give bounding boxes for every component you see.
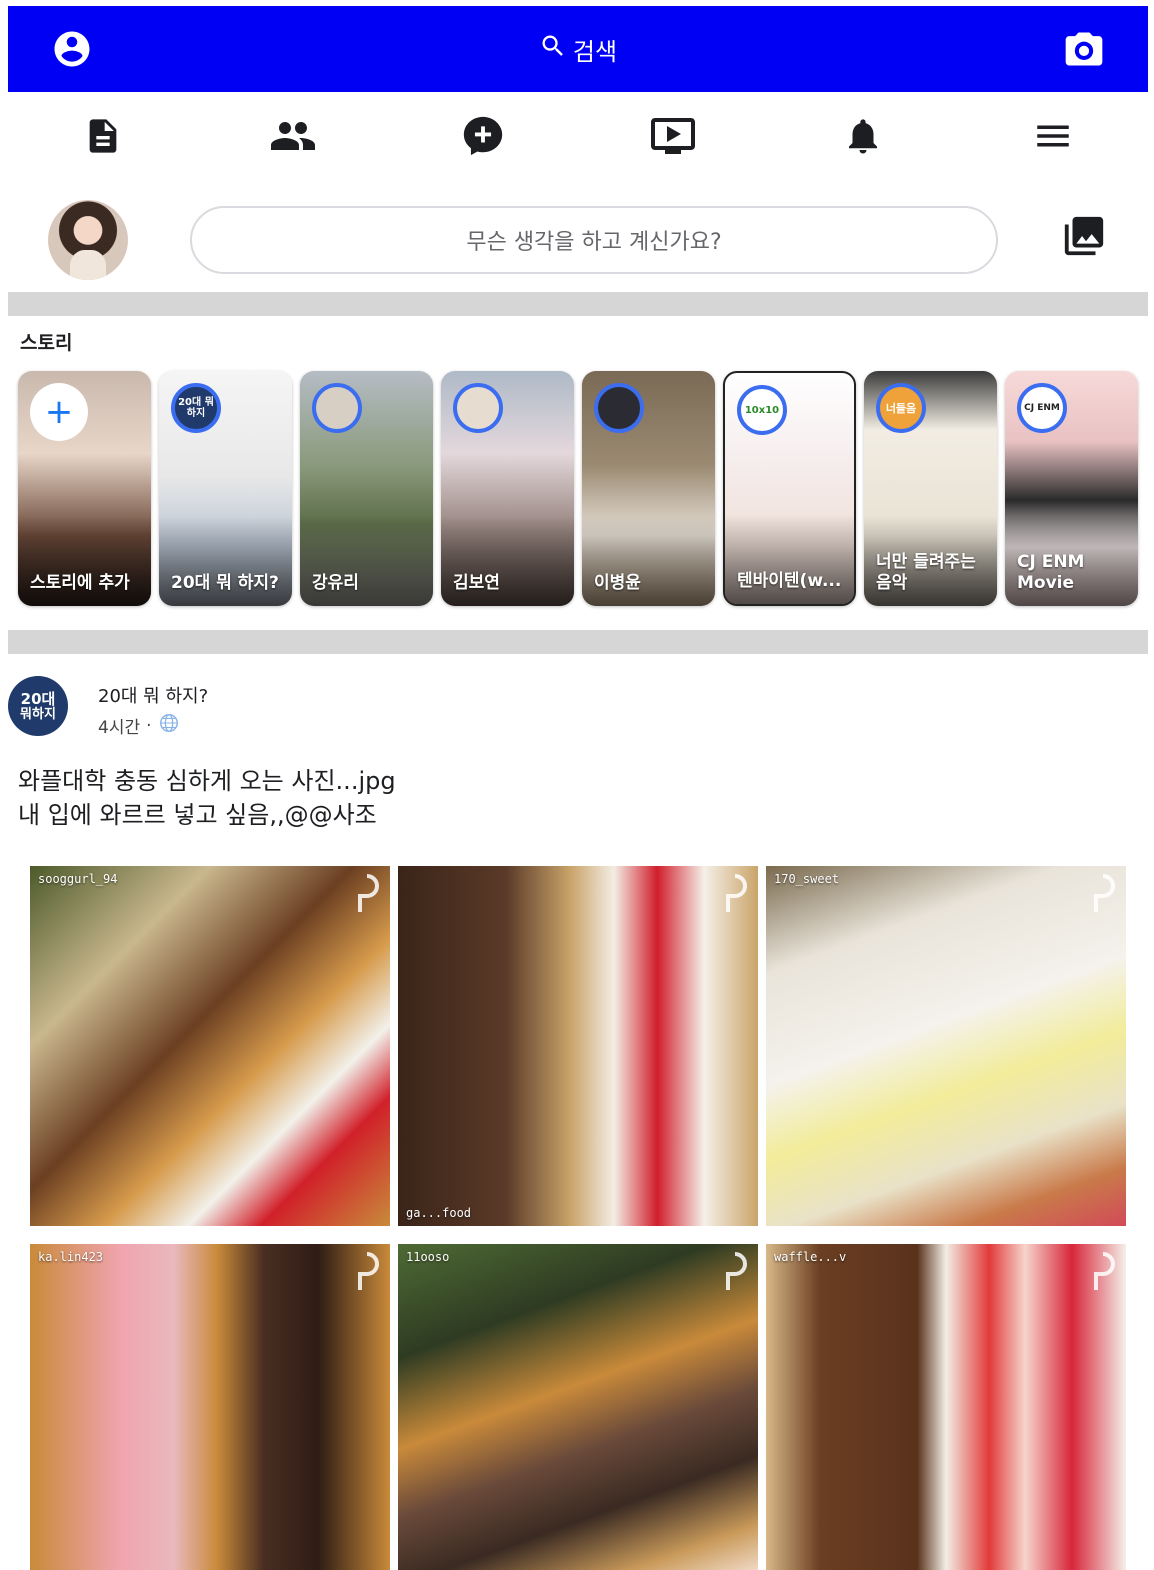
post-text-line: 내 입에 와르르 넣고 싶음,,@@사조 [18, 801, 377, 829]
story-avatar [594, 383, 644, 433]
page-avatar-text-top: 20대 [20, 689, 56, 708]
search-label: 검색 [572, 37, 618, 66]
watermark-icon [1094, 1252, 1115, 1290]
whats-on-your-mind-input[interactable]: 무슨 생각을 하고 계신가요? [190, 206, 998, 274]
story-card[interactable]: 이병윤 [582, 371, 715, 606]
camera-icon[interactable] [1062, 27, 1106, 71]
photo-handle: ga...food [406, 1206, 472, 1220]
story-avatar: 20대 뭐하지 [171, 383, 221, 433]
photo-handle: 11ooso [406, 1250, 450, 1264]
photo-tile[interactable]: waffle...v [766, 1244, 1126, 1570]
story-label: 20대 뭐 하지? [171, 573, 279, 593]
watermark-icon [358, 1252, 379, 1290]
photo-library-icon[interactable] [1060, 212, 1108, 260]
post-header: 20대 뭐하지 20대 뭐 하지? 4시간 · [8, 674, 1148, 738]
friends-icon[interactable] [263, 106, 323, 166]
story-avatar: 10x10 [737, 385, 787, 435]
story-avatar [453, 383, 503, 433]
story-label: CJ ENM Movie [1017, 552, 1085, 593]
photo-handle: 170_sweet [774, 872, 840, 886]
watermark-icon [726, 874, 747, 912]
story-avatar-text: CJ ENM [1024, 403, 1060, 413]
story-avatar [312, 383, 362, 433]
photo-tile[interactable]: sooggurl_94 [30, 866, 390, 1226]
story-label: 김보연 [453, 573, 500, 593]
photo-handle: waffle...v [774, 1250, 847, 1264]
story-label: 스토리에 추가 [30, 573, 130, 593]
search-button[interactable]: 검색 [539, 32, 617, 67]
photo-tile[interactable]: 170_sweet [766, 866, 1126, 1226]
stories-title: 스토리 [20, 332, 73, 354]
story-avatar-text: 너들음 [885, 402, 917, 415]
story-avatar-text: 10x10 [744, 404, 780, 416]
notifications-icon[interactable] [833, 106, 893, 166]
stories-row: + 스토리에 추가 20대 뭐하지 20대 뭐 하지? 강유리 김보연 이병윤 … [18, 371, 1142, 606]
avatar[interactable] [48, 200, 128, 280]
meta-separator: · [146, 715, 152, 736]
story-label: 텐바이텐(w... [737, 571, 842, 591]
story-label: 이병윤 [594, 573, 641, 593]
post-text: 와플대학 충동 심하게 오는 사진...jpg 내 입에 와르르 넣고 싶음,,… [18, 764, 396, 832]
story-label: 강유리 [312, 573, 359, 593]
story-avatar: CJ ENM [1017, 383, 1067, 433]
search-icon [539, 32, 567, 66]
story-label: 너만 들려주는 음악 [876, 552, 976, 593]
story-card[interactable]: 10x10 텐바이텐(w... [723, 371, 856, 606]
messenger-icon[interactable] [453, 106, 513, 166]
photo-tile[interactable]: ga...food [398, 866, 758, 1226]
section-divider [8, 630, 1148, 654]
story-avatar-text: 20대 뭐하지 [178, 397, 214, 419]
post-composer: 무슨 생각을 하고 계신가요? [8, 188, 1148, 288]
top-bar: 검색 [8, 6, 1148, 92]
post-meta: 4시간 · [98, 712, 180, 739]
news-feed-icon[interactable] [73, 106, 133, 166]
post-text-line: 와플대학 충동 심하게 오는 사진...jpg [18, 767, 396, 795]
photo-handle: ka.lin423 [38, 1250, 104, 1264]
photo-handle: sooggurl_94 [38, 872, 118, 886]
story-card[interactable]: 김보연 [441, 371, 574, 606]
story-avatar: 너들음 [876, 383, 926, 433]
watch-icon[interactable] [643, 106, 703, 166]
nav-bar [8, 92, 1148, 180]
watermark-icon [1094, 874, 1115, 912]
page-avatar[interactable]: 20대 뭐하지 [8, 676, 68, 736]
account-circle-icon[interactable] [50, 27, 94, 71]
story-card[interactable]: 강유리 [300, 371, 433, 606]
photo-tile[interactable]: 11ooso [398, 1244, 758, 1570]
story-card[interactable]: 너들음 너만 들려주는 음악 [864, 371, 997, 606]
menu-icon[interactable] [1023, 106, 1083, 166]
watermark-icon [726, 1252, 747, 1290]
watermark-icon [358, 874, 379, 912]
photo-tile[interactable]: ka.lin423 [30, 1244, 390, 1570]
page-name[interactable]: 20대 뭐 하지? [98, 682, 208, 708]
globe-icon [158, 712, 180, 739]
page-avatar-text-bottom: 뭐하지 [20, 706, 56, 722]
post-time[interactable]: 4시간 [98, 713, 140, 738]
section-divider [8, 292, 1148, 316]
story-card[interactable]: CJ ENM CJ ENM Movie [1005, 371, 1138, 606]
story-card-add[interactable]: + 스토리에 추가 [18, 371, 151, 606]
add-story-icon[interactable]: + [30, 383, 88, 441]
story-card[interactable]: 20대 뭐하지 20대 뭐 하지? [159, 371, 292, 606]
